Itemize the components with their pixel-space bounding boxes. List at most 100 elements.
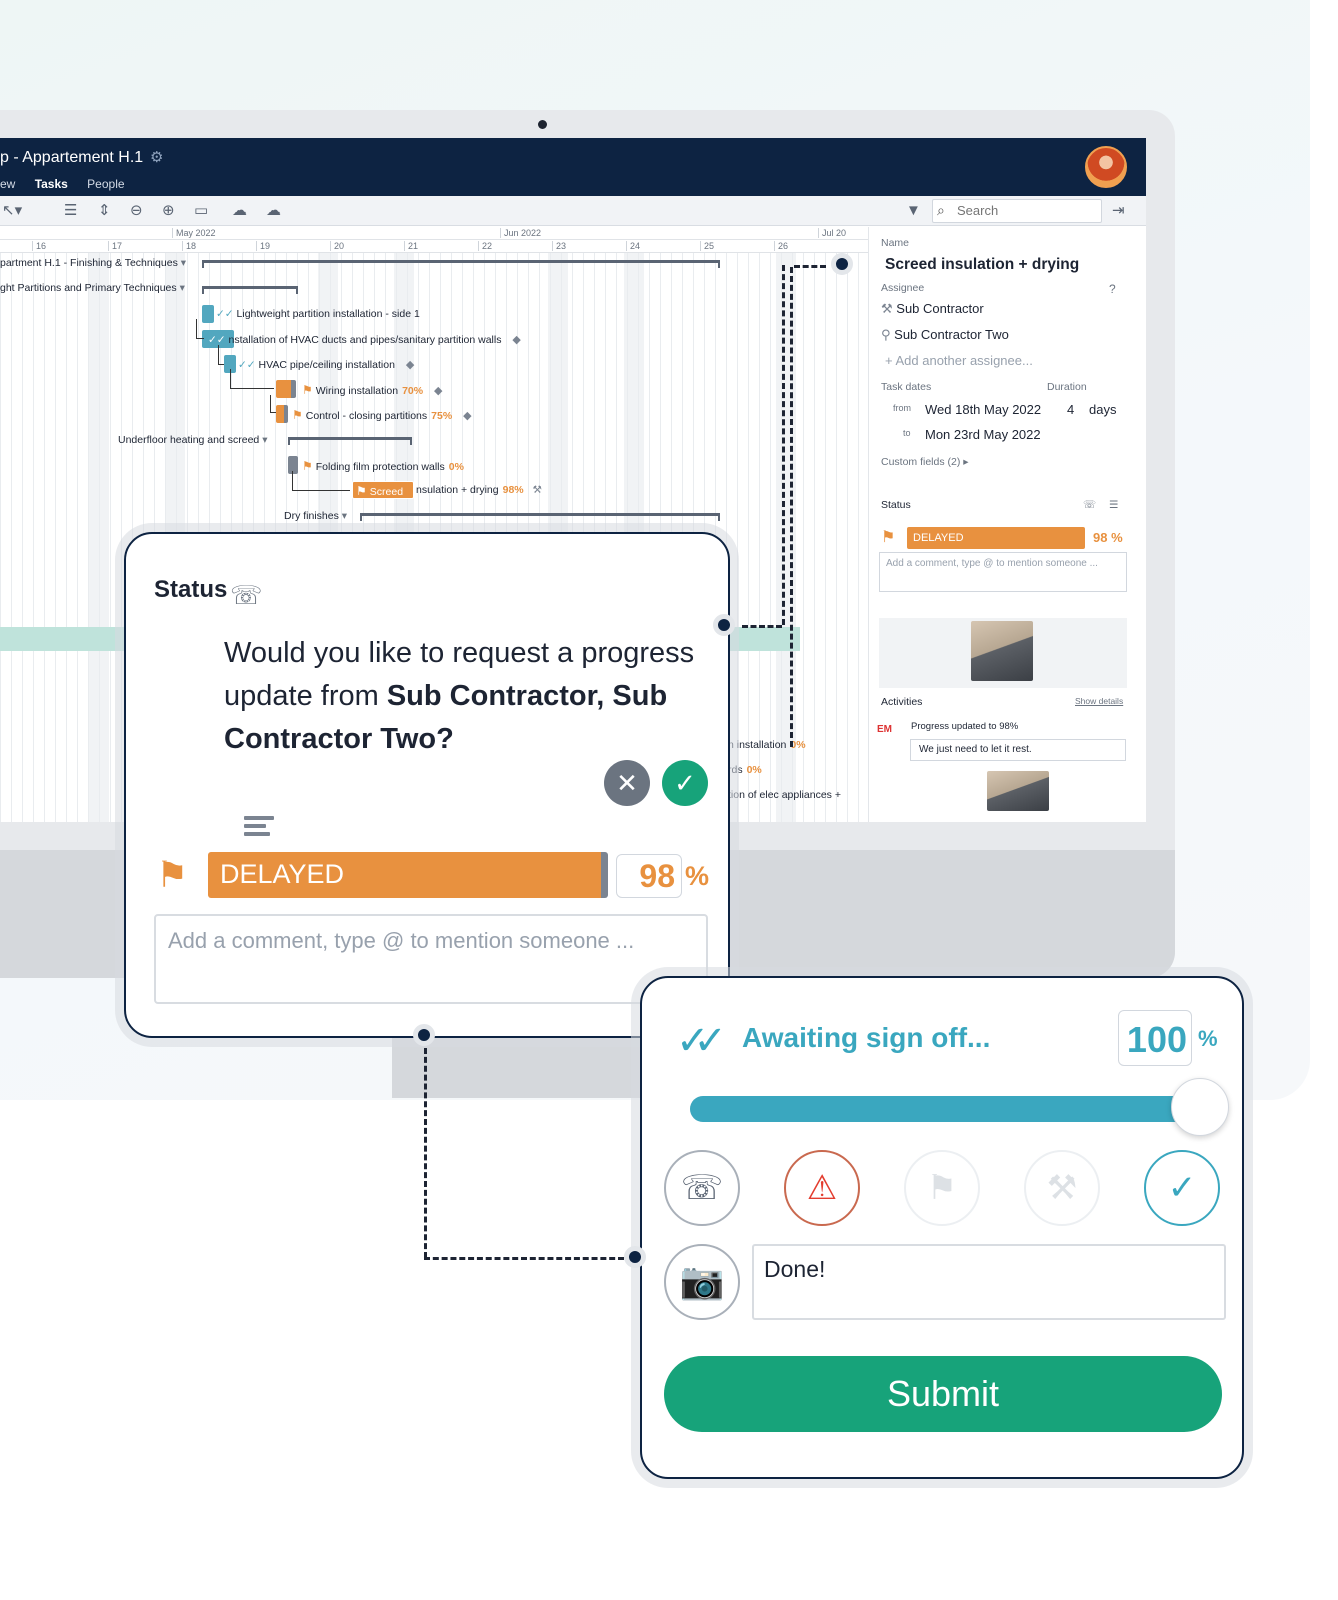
task-label[interactable]: ✓✓ Lightweight partition installation - … xyxy=(216,308,420,320)
zoom-out-icon[interactable]: ⊖ xyxy=(130,202,143,220)
show-details-link[interactable]: Show details xyxy=(1075,696,1123,706)
request-update-button[interactable]: ☏ xyxy=(664,1150,740,1226)
app-nav: ew Tasks People xyxy=(0,177,141,191)
activity-text: Progress updated to 98% xyxy=(911,721,1019,732)
task-label[interactable]: nsulation + drying 98% ⚒ xyxy=(416,484,542,496)
group-label[interactable]: partment H.1 - Finishing & Techniques ▾ xyxy=(0,257,186,269)
connector-dot xyxy=(624,1246,646,1268)
summary-bar[interactable] xyxy=(360,513,720,521)
day-label: 20 xyxy=(330,241,344,251)
tag-icon[interactable]: ◆ xyxy=(406,359,414,371)
flag-icon: ⚑ xyxy=(302,383,313,397)
task-label[interactable]: n installation 0% xyxy=(728,739,806,751)
toolbar: ↖▾ ☰ ⇕ ⊖ ⊕ ▭ ☁ ☁ ▼ ⌕ ⇥ xyxy=(0,196,1146,226)
progress-input[interactable]: 98 xyxy=(616,854,682,898)
list-icon[interactable] xyxy=(244,816,274,840)
progress-slider-thumb[interactable] xyxy=(1171,1078,1229,1136)
connector-line xyxy=(742,625,782,628)
group-label[interactable]: ght Partitions and Primary Techniques ▾ xyxy=(0,282,185,294)
export-icon[interactable]: ⇥ xyxy=(1112,202,1125,220)
connector-line xyxy=(782,265,785,625)
task-name[interactable]: Screed insulation + drying xyxy=(885,256,1079,274)
request-update-icon: ☏ xyxy=(680,1169,724,1207)
progress-input[interactable]: 100 xyxy=(1118,1010,1192,1066)
task-bar[interactable] xyxy=(276,380,296,398)
group-label[interactable]: Underfloor heating and screed ▾ xyxy=(118,434,267,446)
tools-icon[interactable]: ↖▾ xyxy=(2,202,22,220)
nav-tasks[interactable]: Tasks xyxy=(35,177,68,191)
cloud-upload-icon[interactable]: ☁ xyxy=(266,202,281,220)
help-icon[interactable]: ? xyxy=(1109,282,1116,296)
avatar[interactable] xyxy=(1085,146,1127,188)
camera-button[interactable]: 📷 xyxy=(664,1244,740,1320)
connector-dot xyxy=(831,253,853,275)
day-label: 16 xyxy=(32,241,46,251)
task-bar[interactable] xyxy=(276,405,288,423)
request-update-icon[interactable]: ☏ xyxy=(1083,499,1096,511)
progress-slider[interactable] xyxy=(690,1096,1200,1122)
signoff-button[interactable]: ✓ xyxy=(1144,1150,1220,1226)
duration-label: Duration xyxy=(1047,381,1087,393)
duration-unit: days xyxy=(1089,402,1117,417)
custom-fields-toggle[interactable]: Custom fields (2) ▸ xyxy=(881,456,969,468)
activity-photo[interactable] xyxy=(987,771,1049,811)
task-label[interactable]: tion of elec appliances + xyxy=(728,789,841,801)
present-icon[interactable]: ▭ xyxy=(194,202,208,220)
comment-field[interactable]: Add a comment, type @ to mention someone… xyxy=(879,552,1127,592)
day-label: 26 xyxy=(774,241,788,251)
tag-icon[interactable]: ◆ xyxy=(512,334,520,346)
zoom-in-icon[interactable]: ⊕ xyxy=(162,202,175,220)
summary-bar[interactable] xyxy=(202,260,720,268)
photo-thumbnail[interactable] xyxy=(971,621,1033,681)
indent-icon[interactable]: ☰ xyxy=(64,202,77,220)
flag-icon: ⚑ xyxy=(292,408,303,422)
task-label[interactable]: rds 0% xyxy=(728,764,762,776)
dependency-line xyxy=(270,395,276,413)
delayed-button[interactable]: ⚑ xyxy=(904,1150,980,1226)
confirm-button[interactable]: ✓ xyxy=(662,760,708,806)
month-label: Jun 2022 xyxy=(500,228,541,238)
summary-bar[interactable] xyxy=(202,286,298,294)
filter-icon[interactable]: ▼ xyxy=(906,202,921,220)
submit-button[interactable]: Submit xyxy=(664,1356,1222,1432)
search-input[interactable] xyxy=(957,203,1097,218)
end-date[interactable]: Mon 23rd May 2022 xyxy=(925,427,1041,442)
start-date[interactable]: Wed 18th May 2022 xyxy=(925,402,1041,417)
in-progress-button[interactable]: ⚒ xyxy=(1024,1150,1100,1226)
check-icon: ✓✓ xyxy=(676,1019,727,1063)
duration-value[interactable]: 4 xyxy=(1067,402,1074,417)
assignee-item[interactable]: ⚒ Sub Contractor xyxy=(881,301,984,317)
comment-field[interactable]: Add a comment, type @ to mention someone… xyxy=(154,914,708,1004)
collapse-icon[interactable]: ⇕ xyxy=(98,202,111,220)
nav-people[interactable]: People xyxy=(87,177,124,191)
cancel-button[interactable]: ✕ xyxy=(604,760,650,806)
worker-icon: ⚒ xyxy=(532,484,542,496)
comment-field[interactable]: Done! xyxy=(752,1244,1226,1320)
progress-unit: % xyxy=(1198,1026,1218,1051)
assignee-item[interactable]: ⚲ Sub Contractor Two xyxy=(881,327,1009,343)
add-assignee-button[interactable]: + Add another assignee... xyxy=(885,353,1033,368)
check-icon: ✓ xyxy=(1167,1169,1197,1207)
list-icon[interactable]: ☰ xyxy=(1109,499,1118,511)
status-bar[interactable]: DELAYED xyxy=(208,852,608,898)
to-label: to xyxy=(903,428,911,438)
gear-icon[interactable]: ⚙ xyxy=(150,148,163,166)
nav-overview[interactable]: ew xyxy=(0,177,15,191)
task-label[interactable]: ⚑ Wiring installation 70% ◆ xyxy=(302,383,442,397)
day-label: 17 xyxy=(108,241,122,251)
task-bar-label: ⚑ Screed xyxy=(356,484,404,498)
status-bar[interactable]: DELAYED xyxy=(907,527,1085,549)
issue-button[interactable]: ⚠ xyxy=(784,1150,860,1226)
cloud-download-icon[interactable]: ☁ xyxy=(232,202,247,220)
day-label: 22 xyxy=(478,241,492,251)
tag-icon[interactable]: ◆ xyxy=(434,385,442,397)
tag-icon[interactable]: ◆ xyxy=(463,410,471,422)
task-label[interactable]: ⚑ Control - closing partitions 75% ◆ xyxy=(292,408,472,422)
day-label: 23 xyxy=(552,241,566,251)
status-percentage[interactable]: 98 % xyxy=(1093,530,1123,545)
day-label: 18 xyxy=(182,241,196,251)
summary-bar[interactable] xyxy=(288,437,412,445)
task-label[interactable]: ✓✓ nstallation of HVAC ducts and pipes/s… xyxy=(208,333,521,346)
search-box[interactable]: ⌕ xyxy=(932,199,1102,223)
group-label[interactable]: Dry finishes ▾ xyxy=(284,510,347,522)
